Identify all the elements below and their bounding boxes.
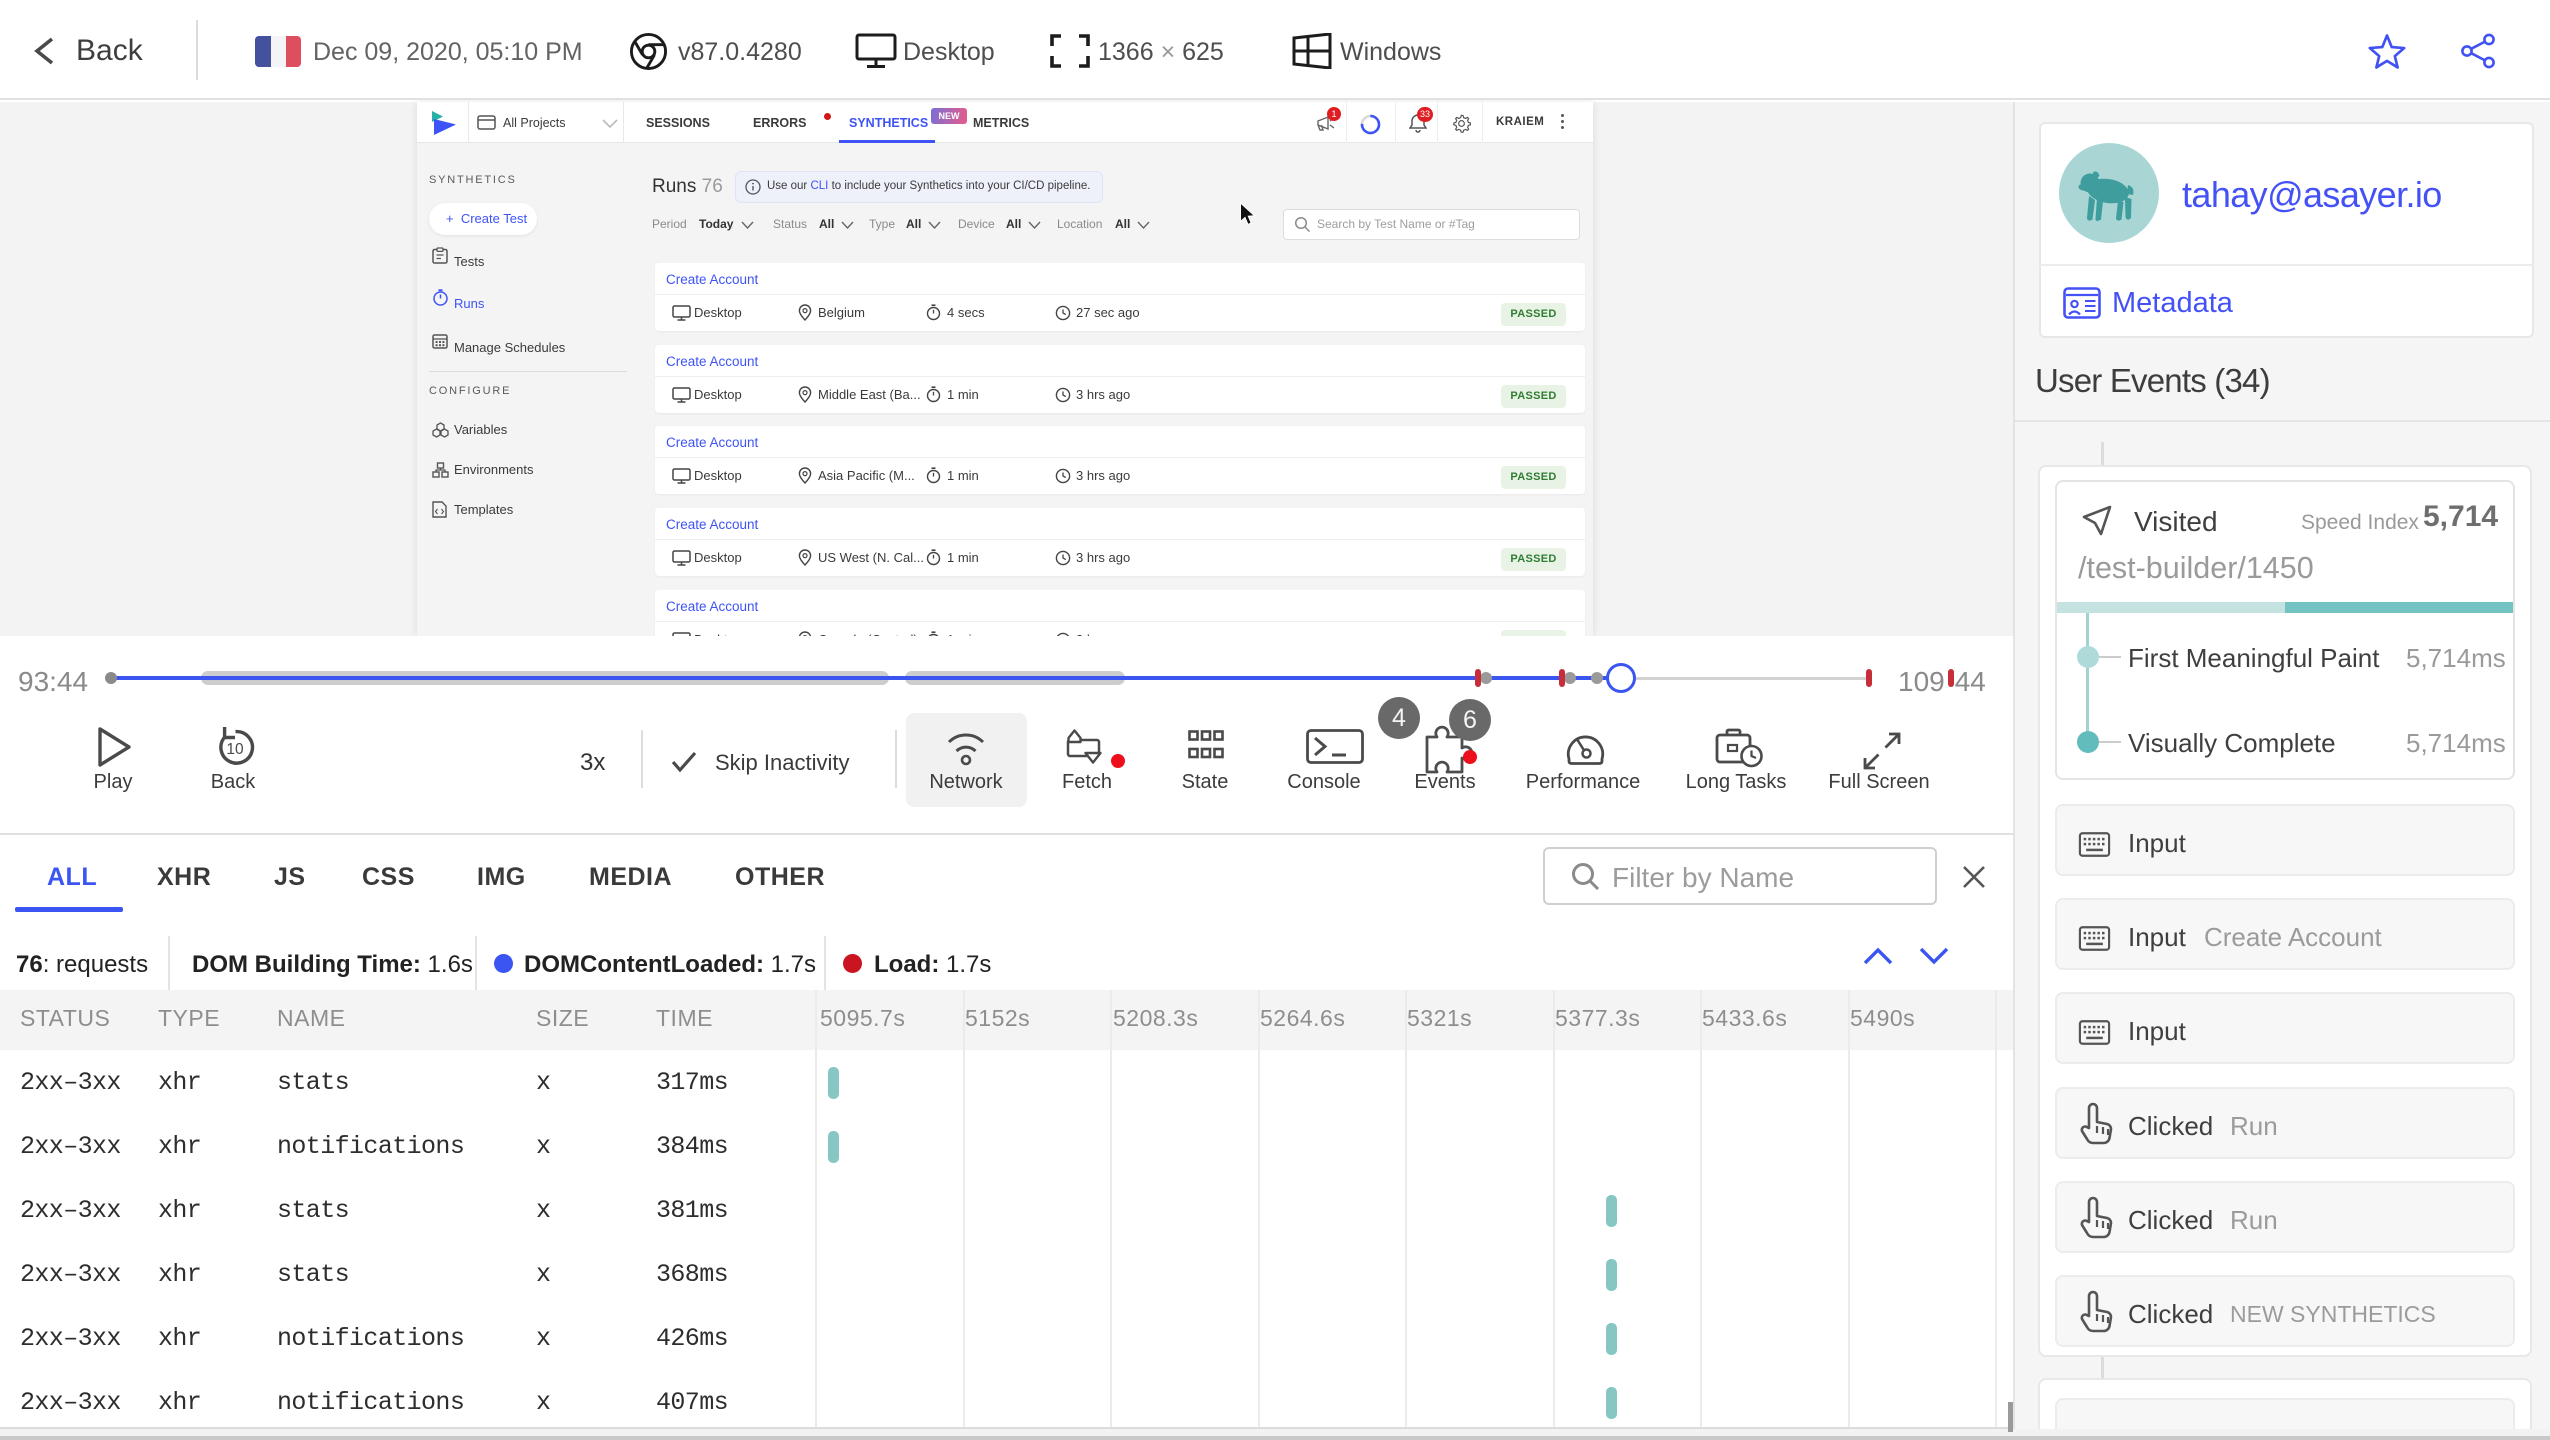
svg-text:10: 10 xyxy=(226,741,244,758)
